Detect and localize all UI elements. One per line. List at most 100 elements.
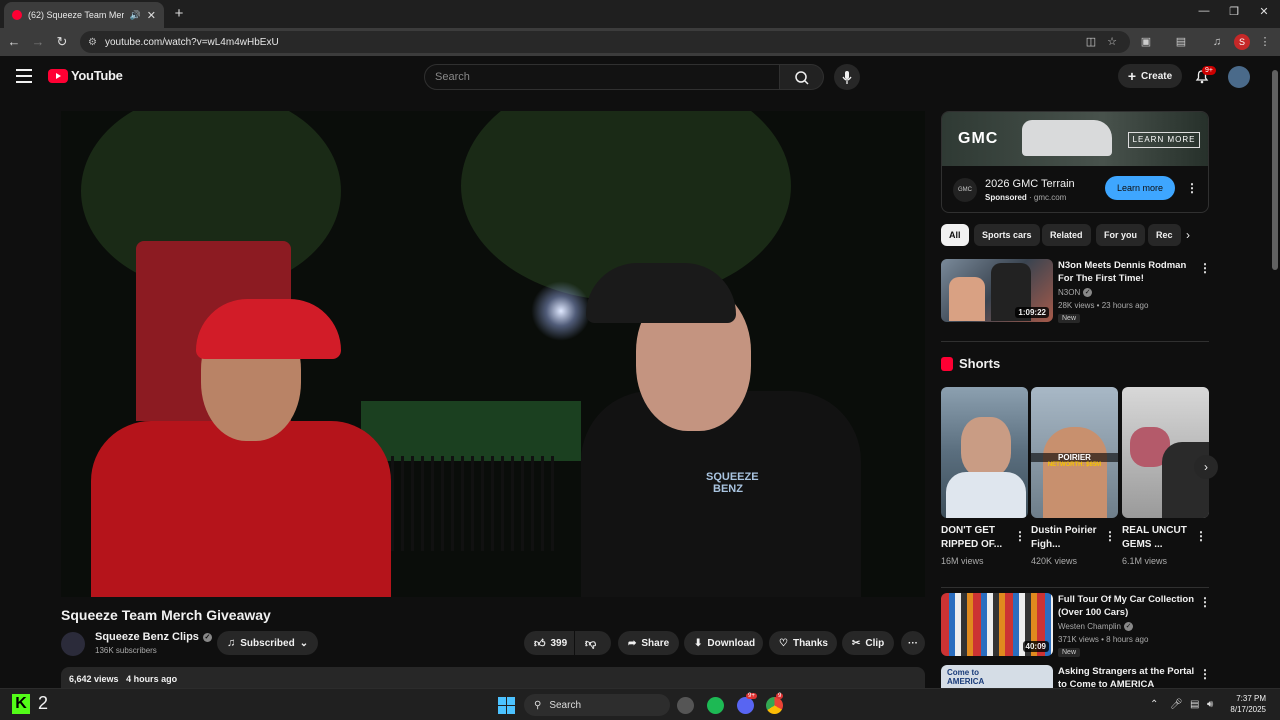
- search-button[interactable]: [780, 64, 824, 90]
- short-options-icon[interactable]: ⋮: [1104, 529, 1116, 543]
- short-options-icon[interactable]: ⋮: [1195, 529, 1207, 543]
- forward-icon[interactable]: →: [30, 34, 46, 50]
- discord-app-icon[interactable]: [737, 697, 754, 714]
- site-info-icon[interactable]: ⚙: [88, 37, 97, 48]
- video-thumbnail[interactable]: 40:09: [941, 593, 1053, 656]
- short-title[interactable]: REAL UNCUT GEMS ...: [1122, 524, 1194, 552]
- video-title[interactable]: N3on Meets Dennis Rodman For The First T…: [1058, 259, 1198, 285]
- thanks-button[interactable]: ♡ Thanks: [769, 631, 837, 655]
- chip-sports-cars[interactable]: Sports cars: [974, 224, 1040, 246]
- chip-all[interactable]: All: [941, 224, 969, 246]
- download-button[interactable]: ⬇ Download: [684, 631, 763, 655]
- short-card[interactable]: POIRIER NETWORTH: $65M Dustin Poirier Fi…: [1031, 387, 1118, 569]
- close-tab-icon[interactable]: ✕: [147, 9, 156, 22]
- browser-menu-icon[interactable]: ⋮: [1258, 35, 1272, 49]
- channel-name[interactable]: Squeeze Benz Clips: [95, 631, 199, 643]
- install-app-icon[interactable]: ◫: [1084, 35, 1098, 49]
- volume-icon[interactable]: 🔊︎: [1207, 699, 1213, 710]
- video-player[interactable]: SQUEEZE BENZ: [61, 111, 925, 597]
- ad-sponsored-label: Sponsored: [985, 193, 1027, 202]
- account-avatar[interactable]: [1228, 66, 1250, 88]
- verified-check-icon: ✓: [1124, 622, 1133, 631]
- voice-search-button[interactable]: [834, 64, 860, 90]
- bookmark-star-icon[interactable]: ☆: [1105, 35, 1119, 49]
- ad-learn-more-button[interactable]: Learn more: [1105, 176, 1175, 200]
- ad-title[interactable]: 2026 GMC Terrain: [985, 178, 1075, 190]
- copilot-app-icon[interactable]: [677, 697, 694, 714]
- hamburger-menu-icon[interactable]: [16, 69, 32, 83]
- sidepanel-icon[interactable]: ▤: [1174, 35, 1188, 49]
- video-thumbnail[interactable]: Come to AMERICA: [941, 665, 1053, 688]
- short-card[interactable]: DON'T GET RIPPED OF... 16M views ⋮: [941, 387, 1028, 569]
- chips-next-icon[interactable]: ›: [1186, 228, 1190, 242]
- video-title[interactable]: Asking Strangers at the Portal to Come t…: [1058, 665, 1198, 688]
- extensions-icon[interactable]: ▣: [1139, 35, 1153, 49]
- back-icon[interactable]: ←: [6, 34, 22, 50]
- taskbar-search[interactable]: ⚲ Search: [524, 694, 670, 716]
- short-card[interactable]: REAL UNCUT GEMS ... 6.1M views ⋮: [1122, 387, 1209, 569]
- shorts-next-arrow-icon[interactable]: ›: [1194, 455, 1218, 479]
- video-red-cap: [196, 299, 341, 359]
- channel-name[interactable]: Westen Champlin: [1058, 622, 1121, 631]
- shorts-header: Shorts: [941, 356, 1000, 371]
- channel-name-row[interactable]: Squeeze Benz Clips ✓: [95, 631, 212, 643]
- video-options-icon[interactable]: ⋮: [1199, 667, 1209, 681]
- browser-tab[interactable]: (62) Squeeze Team Merch G 🔊 ✕: [4, 2, 164, 28]
- share-button[interactable]: ➦ Share: [618, 631, 679, 655]
- short-thumbnail[interactable]: POIRIER NETWORTH: $65M: [1031, 387, 1118, 518]
- video-options-icon[interactable]: ⋮: [1199, 261, 1211, 275]
- short-title[interactable]: DON'T GET RIPPED OF...: [941, 524, 1013, 552]
- clip-button[interactable]: ✂ Clip: [842, 631, 894, 655]
- more-actions-icon[interactable]: ···: [901, 631, 925, 655]
- network-icon[interactable]: ▤: [1190, 699, 1199, 710]
- channel-name[interactable]: N3ON: [1058, 288, 1080, 297]
- restore-window-button[interactable]: ❐: [1224, 5, 1244, 18]
- youtube-logo[interactable]: YouTube: [48, 68, 123, 83]
- short-title[interactable]: Dustin Poirier Figh...: [1031, 524, 1103, 552]
- new-tab-button[interactable]: +: [170, 5, 188, 23]
- filter-chips: All Sports cars Related For you Rec: [941, 224, 1209, 246]
- chip-recent[interactable]: Rec: [1148, 224, 1181, 246]
- clock-time: 7:37 PM: [1236, 694, 1266, 703]
- chip-for-you[interactable]: For you: [1096, 224, 1145, 246]
- video-title[interactable]: Full Tour Of My Car Collection (Over 100…: [1058, 593, 1198, 619]
- windows-start-icon[interactable]: [498, 697, 515, 714]
- short-options-icon[interactable]: ⋮: [1014, 529, 1026, 543]
- like-button[interactable]: 👍︎ 399: [524, 631, 574, 655]
- channel-avatar[interactable]: [61, 632, 85, 656]
- close-window-button[interactable]: ✕: [1254, 5, 1274, 18]
- microphone-tray-icon[interactable]: 🎤︎: [1170, 699, 1183, 710]
- view-count: 6,642 views: [69, 674, 119, 684]
- minimize-window-button[interactable]: —: [1194, 5, 1214, 17]
- chip-related[interactable]: Related: [1042, 224, 1091, 246]
- short-thumbnail[interactable]: [1122, 387, 1209, 518]
- thumbnail-text: Come to AMERICA: [947, 668, 985, 686]
- subscribed-button[interactable]: ♫ Subscribed ⌄: [217, 631, 318, 655]
- tray-overflow-icon[interactable]: ⌃: [1150, 699, 1158, 710]
- shirt-logo-text: SQUEEZE BENZ: [706, 471, 759, 495]
- video-thumbnail[interactable]: 1:09:22: [941, 259, 1053, 322]
- ad-options-icon[interactable]: ⋮: [1186, 181, 1198, 195]
- recommended-video[interactable]: Come to AMERICA Asking Strangers at the …: [941, 665, 1209, 688]
- short-thumbnail[interactable]: [941, 387, 1028, 518]
- recommended-video[interactable]: 40:09 Full Tour Of My Car Collection (Ov…: [941, 593, 1211, 657]
- scrollbar-thumb[interactable]: [1272, 70, 1278, 270]
- spotify-app-icon[interactable]: [707, 697, 724, 714]
- recommended-video[interactable]: 1:09:22 N3on Meets Dennis Rodman For The…: [941, 259, 1211, 323]
- sponsored-ad-card[interactable]: GMC LEARN MORE GMC 2026 GMC Terrain Spon…: [941, 111, 1209, 213]
- video-options-icon[interactable]: ⋮: [1199, 595, 1211, 609]
- create-button[interactable]: + Create: [1118, 64, 1182, 88]
- youtube-logo-text: YouTube: [71, 68, 123, 83]
- page-scrollbar[interactable]: [1270, 58, 1280, 688]
- search-input[interactable]: Search: [424, 64, 780, 90]
- media-control-icon[interactable]: ♫: [1210, 35, 1224, 49]
- audio-playing-icon[interactable]: 🔊: [130, 10, 141, 21]
- ad-banner-image[interactable]: GMC LEARN MORE: [942, 112, 1208, 166]
- reload-icon[interactable]: ↻: [54, 34, 70, 50]
- dislike-button[interactable]: 👎︎: [575, 631, 611, 655]
- profile-avatar[interactable]: S: [1234, 34, 1250, 50]
- address-bar[interactable]: ⚙ youtube.com/watch?v=wL4m4wHbExU: [80, 31, 1130, 53]
- chrome-app-icon[interactable]: [766, 697, 783, 714]
- share-label: Share: [641, 637, 670, 649]
- system-clock[interactable]: 7:37 PM 8/17/2025: [1222, 693, 1266, 715]
